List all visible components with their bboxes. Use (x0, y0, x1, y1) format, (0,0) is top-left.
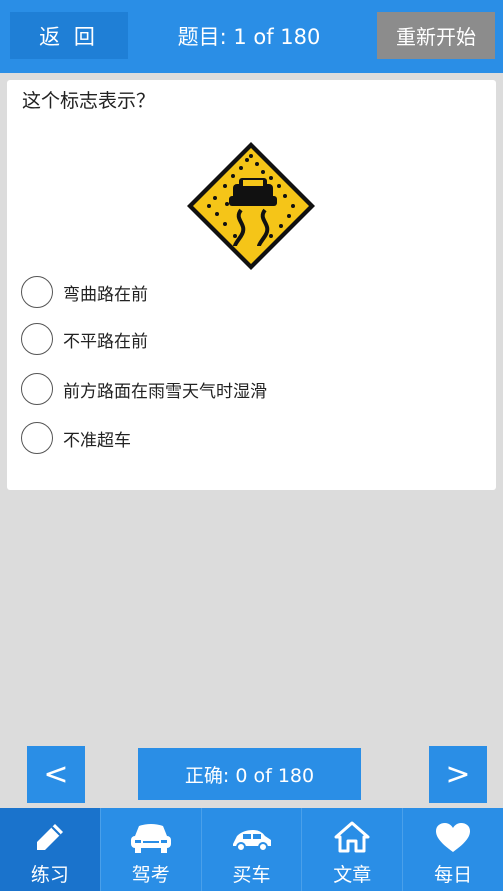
next-question-button[interactable]: > (429, 746, 487, 803)
tab-buy-car[interactable]: 买车 (202, 808, 303, 891)
option-label: 前方路面在雨雪天气时湿滑 (63, 381, 267, 402)
bottom-tab-bar: 练习 驾考 买车 文章 每日 (0, 808, 503, 891)
question-card: 这个标志表示？ 弯曲路在前 不平路在前 前方路面在雨雪天气时湿滑 不准超车 (7, 80, 496, 490)
option-label: 不准超车 (63, 430, 131, 451)
option-3[interactable]: 前方路面在雨雪天气时湿滑 (21, 372, 267, 406)
home-icon (334, 821, 370, 853)
option-2[interactable]: 不平路在前 (21, 322, 148, 356)
radio-button[interactable] (21, 276, 53, 308)
previous-question-button[interactable]: < (27, 746, 85, 803)
option-4[interactable]: 不准超车 (21, 421, 131, 455)
pencil-icon (36, 824, 63, 850)
tab-label: 练习 (30, 864, 69, 886)
slippery-road-sign-image (185, 140, 317, 272)
question-counter: 题目: 1 of 180 (177, 24, 321, 49)
tab-practice[interactable]: 练习 (0, 808, 101, 891)
tab-label: 文章 (333, 864, 372, 886)
option-label: 不平路在前 (63, 331, 148, 352)
back-button[interactable]: 返 回 (10, 12, 128, 59)
tab-label: 驾考 (131, 864, 170, 886)
option-label: 弯曲路在前 (63, 284, 148, 305)
tab-label: 每日 (434, 864, 473, 886)
tab-articles[interactable]: 文章 (302, 808, 404, 891)
radio-button[interactable] (21, 373, 53, 405)
question-text: 这个标志表示？ (22, 90, 156, 112)
tab-label: 买车 (232, 864, 271, 886)
score-display: 正确: 0 of 180 (138, 748, 361, 800)
heart-icon (436, 823, 471, 852)
restart-button[interactable]: 重新开始 (377, 12, 495, 59)
header-bar: 返 回 题目: 1 of 180 重新开始 (0, 0, 503, 73)
radio-button[interactable] (21, 422, 53, 454)
car-front-icon (130, 824, 171, 853)
radio-button[interactable] (21, 323, 53, 355)
option-1[interactable]: 弯曲路在前 (21, 275, 148, 309)
car-side-icon (233, 830, 272, 852)
tab-daily[interactable]: 每日 (403, 808, 503, 891)
tab-driving-test[interactable]: 驾考 (101, 808, 202, 891)
